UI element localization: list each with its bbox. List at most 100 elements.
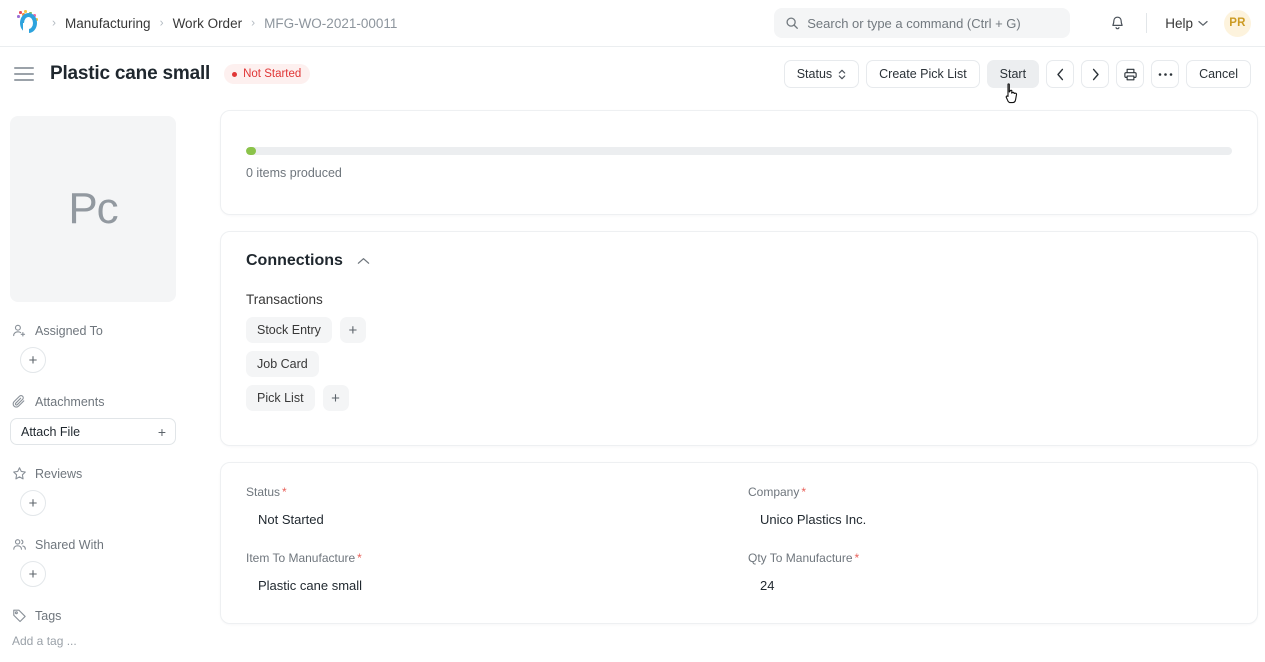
field-label-text: Company: [748, 485, 800, 499]
document-sidebar: Pc Assigned To + Attachments Attach File…: [0, 101, 200, 662]
field-label-text: Qty To Manufacture: [748, 551, 853, 565]
status-dot-icon: [232, 71, 238, 77]
search-box[interactable]: [774, 8, 1071, 38]
connections-group-label: Transactions: [246, 292, 323, 307]
item-thumbnail[interactable]: Pc: [10, 116, 176, 302]
assigned-to-icon: [12, 323, 27, 338]
create-pick-list-button[interactable]: Create Pick List: [866, 60, 980, 88]
sidebar-section-shared-with: Shared With +: [10, 537, 200, 587]
plus-icon: +: [157, 423, 166, 440]
attachment-icon: [12, 394, 27, 409]
sidebar-label: Assigned To: [35, 323, 103, 338]
required-indicator: *: [357, 551, 362, 565]
sidebar-label: Shared With: [35, 537, 104, 552]
connection-row-pick-list: Pick List +: [246, 385, 1232, 411]
sidebar-section-attachments: Attachments Attach File +: [10, 394, 200, 445]
add-tag-input[interactable]: Add a tag ...: [12, 634, 200, 648]
next-button[interactable]: [1081, 60, 1110, 88]
breadcrumb-item-work-order[interactable]: Work Order: [173, 16, 243, 31]
field-item-to-manufacture: Item To Manufacture * Plastic cane small: [246, 551, 730, 597]
avatar[interactable]: PR: [1224, 9, 1251, 37]
field-value-company[interactable]: Unico Plastics Inc.: [748, 509, 1232, 531]
breadcrumb-item-manufacturing[interactable]: Manufacturing: [65, 16, 151, 31]
field-qty-to-manufacture: Qty To Manufacture * 24: [748, 551, 1232, 597]
sidebar-section-assigned-to: Assigned To +: [10, 323, 200, 373]
field-label: Company *: [748, 485, 1232, 499]
attach-file-label: Attach File: [21, 424, 81, 439]
status-badge: Not Started: [224, 64, 311, 84]
sidebar-section-tags: Tags Add a tag ...: [10, 608, 200, 649]
add-assignment-button[interactable]: +: [20, 347, 46, 373]
status-button[interactable]: Status: [783, 60, 860, 88]
add-review-button[interactable]: +: [20, 490, 46, 516]
more-options-button[interactable]: [1151, 60, 1180, 88]
attach-file-button[interactable]: Attach File +: [10, 418, 176, 445]
star-icon: [12, 466, 27, 481]
bell-icon: [1109, 15, 1126, 32]
field-company: Company * Unico Plastics Inc.: [748, 485, 1232, 531]
help-menu-button[interactable]: Help: [1161, 12, 1212, 35]
print-button[interactable]: [1116, 60, 1145, 88]
help-label: Help: [1165, 15, 1193, 31]
page-title: Plastic cane small: [50, 63, 211, 84]
main-content: 0 items produced Connections Transaction…: [200, 101, 1265, 662]
reviews-label-row: Reviews: [12, 466, 200, 481]
connection-link-stock-entry[interactable]: Stock Entry: [246, 317, 332, 343]
form-grid: Status * Not Started Company * Unico Plast…: [246, 485, 1232, 597]
chevron-updown-icon: [838, 69, 846, 80]
connection-link-job-card[interactable]: Job Card: [246, 351, 319, 377]
connections-title: Connections: [246, 252, 343, 269]
breadcrumb-separator: ›: [52, 15, 56, 30]
attachments-label-row: Attachments: [12, 394, 200, 409]
details-form-card: Status * Not Started Company * Unico Plast…: [220, 462, 1258, 624]
cancel-button[interactable]: Cancel: [1186, 60, 1251, 88]
add-share-button[interactable]: +: [20, 561, 46, 587]
connections-header[interactable]: Connections: [246, 252, 1232, 270]
add-pick-list-button[interactable]: +: [322, 385, 349, 411]
page-header: Plastic cane small Not Started Status Cr…: [0, 47, 1265, 104]
required-indicator: *: [801, 485, 807, 499]
search-input[interactable]: [807, 15, 1060, 31]
start-button[interactable]: Start: [986, 60, 1040, 88]
progress-caption: 0 items produced: [246, 166, 342, 180]
required-indicator: *: [854, 551, 860, 565]
breadcrumb-item-current: MFG-WO-2021-00011: [264, 15, 398, 31]
tag-icon: [12, 608, 27, 623]
ellipsis-icon: [1158, 72, 1173, 77]
add-stock-entry-button[interactable]: +: [339, 317, 366, 343]
previous-button[interactable]: [1046, 60, 1075, 88]
breadcrumb: › Manufacturing › Work Order › MFG-WO-20…: [52, 16, 397, 31]
field-label: Status *: [246, 485, 730, 499]
field-label-text: Status: [246, 485, 281, 499]
field-value-item-to-manufacture[interactable]: Plastic cane small: [246, 575, 730, 597]
field-label-text: Item To Manufacture: [246, 551, 356, 565]
notifications-button[interactable]: [1102, 8, 1132, 38]
chevron-down-icon: [1198, 20, 1208, 27]
production-progress-bar: [246, 147, 1232, 155]
field-status: Status * Not Started: [246, 485, 730, 531]
status-badge-label: Not Started: [243, 68, 302, 80]
connection-link-pick-list[interactable]: Pick List: [246, 385, 315, 411]
connections-card: Connections Transactions Stock Entry + J…: [220, 231, 1258, 446]
sidebar-toggle-icon[interactable]: [14, 67, 34, 81]
field-label: Qty To Manufacture *: [748, 551, 1232, 565]
required-indicator: *: [282, 485, 287, 499]
sidebar-label: Tags: [35, 608, 62, 623]
field-value-status[interactable]: Not Started: [246, 509, 730, 531]
field-value-qty-to-manufacture[interactable]: 24: [748, 575, 1232, 597]
shared-with-label-row: Shared With: [12, 537, 200, 552]
page-actions: Status Create Pick List Start Cancel: [783, 60, 1251, 104]
navbar-right-group: Help PR: [774, 8, 1251, 38]
chevron-right-icon: [1091, 68, 1100, 81]
chevron-left-icon: [1056, 68, 1065, 81]
status-button-label: Status: [796, 67, 833, 81]
production-progress-fill: [246, 147, 256, 155]
frappe-logo-icon[interactable]: [16, 10, 42, 36]
top-navbar: › Manufacturing › Work Order › MFG-WO-20…: [0, 0, 1265, 47]
sidebar-label: Attachments: [35, 394, 105, 409]
field-label: Item To Manufacture *: [246, 551, 730, 565]
connection-row-job-card: Job Card: [246, 351, 1232, 377]
navbar-divider: [1146, 13, 1148, 33]
chevron-up-icon[interactable]: [357, 257, 370, 265]
sidebar-label: Reviews: [35, 466, 83, 481]
